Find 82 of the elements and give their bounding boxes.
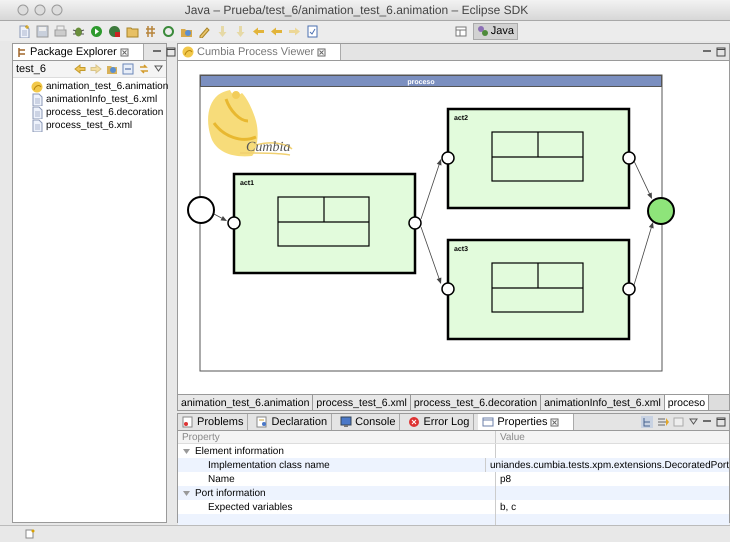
end-event bbox=[647, 197, 675, 225]
monitor-icon bbox=[340, 416, 352, 428]
package-explorer-tab[interactable]: Package Explorer bbox=[13, 44, 144, 60]
minimize-button-icon[interactable] bbox=[34, 4, 46, 16]
expand-triangle-icon[interactable] bbox=[182, 488, 191, 498]
file-item[interactable]: process_test_6.decoration bbox=[31, 106, 166, 119]
tree-view-icon[interactable] bbox=[641, 416, 653, 428]
back-arrow-icon[interactable] bbox=[252, 24, 265, 38]
port-circle bbox=[441, 282, 455, 296]
package-icon bbox=[17, 46, 27, 58]
new-page-icon[interactable] bbox=[18, 24, 31, 38]
port-circle bbox=[622, 282, 636, 296]
file-icon bbox=[31, 106, 43, 119]
grid-icon[interactable] bbox=[144, 24, 157, 38]
maximize-icon[interactable] bbox=[716, 47, 726, 57]
refresh-icon[interactable] bbox=[162, 24, 175, 38]
properties-icon bbox=[482, 416, 494, 428]
collapse-all-icon[interactable] bbox=[122, 63, 134, 75]
back-arrow-icon[interactable] bbox=[270, 24, 283, 38]
problems-icon bbox=[182, 416, 194, 428]
table-cell: p8 bbox=[500, 474, 512, 484]
table-cell: Port information bbox=[195, 488, 266, 498]
editor-tab[interactable]: process_test_6.xml bbox=[313, 395, 411, 410]
checklist-icon[interactable] bbox=[306, 24, 319, 38]
back-arrow-icon[interactable] bbox=[74, 63, 86, 75]
editor-tab[interactable]: process_test_6.decoration bbox=[410, 395, 542, 410]
printer-icon[interactable] bbox=[54, 24, 67, 38]
fast-view-icon[interactable] bbox=[25, 529, 35, 539]
connector-arrow bbox=[420, 159, 442, 220]
maximize-icon[interactable] bbox=[166, 47, 176, 57]
declaration-icon bbox=[256, 416, 268, 428]
port-circle bbox=[622, 151, 636, 165]
file-icon bbox=[31, 119, 43, 132]
file-item[interactable]: animationInfo_test_6.xml bbox=[31, 93, 166, 106]
table-cell: Implementation class name bbox=[208, 460, 330, 470]
view-menu-icon[interactable] bbox=[154, 65, 163, 73]
close-icon[interactable] bbox=[317, 48, 326, 56]
open-perspective-icon[interactable] bbox=[454, 24, 468, 38]
connector-arrow bbox=[420, 226, 442, 284]
maximize-icon[interactable] bbox=[716, 417, 726, 427]
column-header: Value bbox=[499, 431, 526, 443]
editor-tab[interactable]: proceso bbox=[664, 395, 710, 410]
file-item[interactable]: process_test_6.xml bbox=[31, 119, 166, 132]
pencil-icon[interactable] bbox=[198, 24, 211, 38]
perspective-button[interactable]: Java bbox=[472, 22, 518, 40]
close-button-icon[interactable] bbox=[17, 4, 29, 16]
filter-icon[interactable] bbox=[657, 416, 669, 428]
view-tab[interactable]: Properties bbox=[478, 414, 574, 430]
zoom-button-icon[interactable] bbox=[51, 4, 63, 16]
editor-tab[interactable]: animationInfo_test_6.xml bbox=[541, 395, 665, 410]
table-cell: Name bbox=[208, 474, 235, 484]
connector-arrow bbox=[634, 160, 652, 199]
start-event bbox=[187, 196, 215, 224]
view-menu-icon[interactable] bbox=[689, 418, 698, 426]
window-title: Java – Prueba/test_6/animation_test_6.animation – Eclipse SDK bbox=[184, 3, 530, 17]
column-header: Property bbox=[178, 431, 496, 443]
folder-globe-icon[interactable] bbox=[106, 63, 118, 75]
project-name: test_6 bbox=[16, 63, 46, 75]
close-icon[interactable] bbox=[550, 418, 560, 426]
port-circle bbox=[408, 216, 422, 230]
table-cell: Element information bbox=[195, 446, 284, 456]
table-cell: uniandes.cumbia.tests.xpm.extensions.DecoratedPort bbox=[490, 460, 729, 470]
file-icon bbox=[31, 93, 43, 106]
error-icon bbox=[408, 416, 420, 428]
restore-icon[interactable] bbox=[673, 416, 685, 428]
java-icon bbox=[476, 25, 489, 37]
table-cell: b, c bbox=[500, 502, 516, 512]
editor-title-tab[interactable]: Cumbia Process Viewer bbox=[178, 44, 342, 60]
bug-icon[interactable] bbox=[72, 24, 85, 38]
play-icon[interactable] bbox=[90, 24, 103, 38]
folder-icon[interactable] bbox=[126, 24, 139, 38]
table-cell: Expected variables bbox=[208, 502, 292, 512]
forward-arrow-icon[interactable] bbox=[90, 63, 102, 75]
expand-triangle-icon[interactable] bbox=[182, 446, 191, 456]
connector-arrow bbox=[214, 214, 227, 221]
file-item[interactable]: animation_test_6.animation bbox=[31, 80, 166, 93]
connector-arrow bbox=[634, 222, 654, 286]
port-circle bbox=[227, 216, 241, 230]
editor-tab[interactable]: animation_test_6.animation bbox=[178, 395, 314, 410]
link-icon[interactable] bbox=[138, 63, 150, 75]
close-icon[interactable] bbox=[120, 48, 129, 56]
port-circle bbox=[441, 151, 455, 165]
